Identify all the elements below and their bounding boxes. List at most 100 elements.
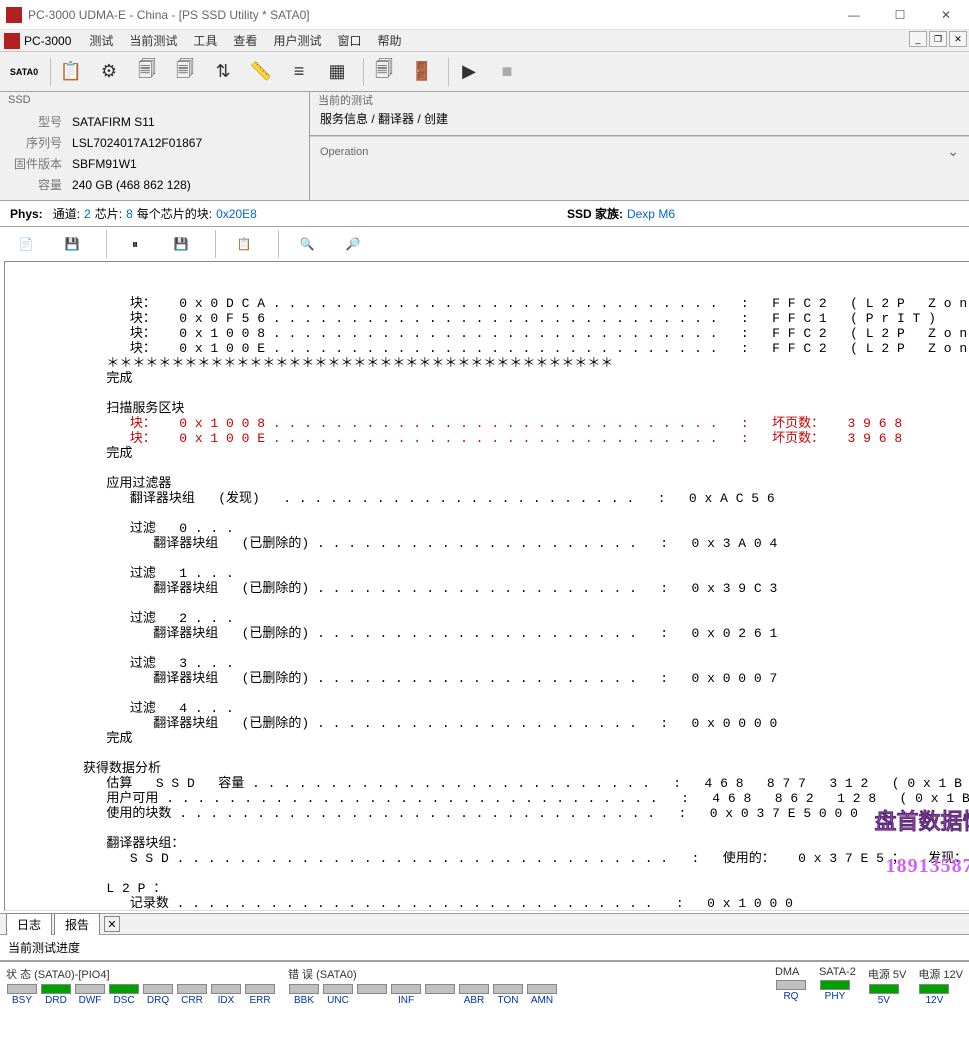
menu-item[interactable]: 窗口 (329, 32, 369, 50)
chips-value[interactable]: 8 (126, 207, 133, 221)
main-area: 📄 💾 ⏸ 💾 📋 🔍 🔎 块： 0 x 0 D C A . . . . . .… (0, 227, 969, 913)
log-line: 块： 0 x 1 0 0 8 . . . . . . . . . . . . .… (5, 326, 969, 341)
main-toolbar: SATA0 📋 ⚙ 🗐 🗐 ⇅ 📏 ≡ ▦ 🗐 🚪 ▶ ■ (0, 52, 969, 92)
minimize-button[interactable]: — (831, 0, 877, 30)
log-line: 块： 0 x 0 D C A . . . . . . . . . . . . .… (5, 296, 969, 311)
window-title: PC-3000 UDMA-E - China - [PS SSD Utility… (28, 8, 831, 22)
led-bsy: BSY (6, 984, 38, 1006)
status-group-dma: DMA RQ (775, 966, 807, 1006)
status-group-12v: 电源 12V 12V (918, 966, 963, 1006)
menu-item[interactable]: 测试 (81, 32, 121, 50)
menu-item[interactable]: 查看 (225, 32, 265, 50)
log-line: 完成 (5, 446, 969, 461)
log-line: 翻译器块组 (已删除的) . . . . . . . . . . . . . .… (5, 671, 969, 686)
log-line: 记录数 . . . . . . . . . . . . . . . . . . … (5, 896, 969, 911)
led-rq: RQ (775, 980, 807, 1002)
log-line: 过滤 3 . . . (5, 656, 969, 671)
log-findnext-icon[interactable]: 🔎 (337, 228, 369, 260)
log-line: 过滤 0 . . . (5, 521, 969, 536)
channels-value[interactable]: 2 (84, 207, 91, 221)
log-line: 翻译器块组 (已删除的) . . . . . . . . . . . . . .… (5, 581, 969, 596)
log-pane[interactable]: 块： 0 x 0 D C A . . . . . . . . . . . . .… (4, 261, 969, 911)
log-copy-icon[interactable]: 📋 (228, 228, 260, 260)
log-line: L 2 P ： (5, 881, 969, 896)
log-line: 估算 S S D 容量 . . . . . . . . . . . . . . … (5, 776, 969, 791)
log-line: 翻译器块组 (已删除的) . . . . . . . . . . . . . .… (5, 536, 969, 551)
tool-ruler-icon[interactable]: 📏 (245, 56, 277, 88)
led-inf: INF (390, 984, 422, 1006)
log-find-icon[interactable]: 🔍 (291, 228, 323, 260)
log-line: 完成 (5, 371, 969, 386)
serial-value: LSL7024017A12F01867 (68, 133, 206, 152)
status-group-state: 状 态 (SATA0)-[PIO4] BSYDRDDWFDSCDRQCRRIDX… (6, 966, 276, 1006)
status-group-5v: 电源 5V 5V (868, 966, 907, 1006)
log-line (5, 506, 969, 521)
led-ton: TON (492, 984, 524, 1006)
log-save-icon[interactable]: 💾 (56, 228, 88, 260)
app-icon (6, 7, 22, 23)
tab-close-button[interactable]: ✕ (104, 916, 120, 932)
mdi-minimize[interactable]: _ (909, 31, 927, 47)
status-bar: 状 态 (SATA0)-[PIO4] BSYDRDDWFDSCDRQCRRIDX… (0, 961, 969, 1010)
ssd-family-value[interactable]: Dexp M6 (627, 207, 675, 221)
operation-panel: Operation ⌄ (310, 136, 969, 166)
ssd-legend: SSD (8, 94, 31, 106)
maximize-button[interactable]: ☐ (877, 0, 923, 30)
serial-label: 序列号 (10, 133, 66, 152)
tool-gear-icon[interactable]: ⚙ (93, 56, 125, 88)
menubar-title: PC-3000 (24, 34, 71, 48)
port-sata0-button[interactable]: SATA0 (8, 56, 40, 88)
tab-report[interactable]: 报告 (54, 913, 100, 935)
mdi-restore[interactable]: ❐ (929, 31, 947, 47)
tool-exit-icon[interactable]: 🚪 (406, 56, 438, 88)
fw-value: SBFM91W1 (68, 154, 206, 173)
menu-item[interactable]: 帮助 (369, 32, 409, 50)
log-line: S S D . . . . . . . . . . . . . . . . . … (5, 851, 969, 866)
model-value: SATAFIRM S11 (68, 112, 206, 131)
tab-log[interactable]: 日志 (6, 913, 52, 935)
led-blank (356, 984, 388, 1006)
log-savecfg-icon[interactable]: 💾 (165, 228, 197, 260)
ssd-panel: SSD 型号SATAFIRM S11 序列号LSL7024017A12F0186… (0, 92, 310, 200)
menubar: PC-3000 测试当前测试工具查看用户测试窗口帮助 _ ❐ ✕ (0, 30, 969, 52)
tool-grid-icon[interactable]: ▦ (321, 56, 353, 88)
log-new-icon[interactable]: 📄 (10, 228, 42, 260)
stop-button[interactable]: ■ (491, 56, 523, 88)
tool-pages-icon[interactable]: 🗐 (131, 56, 163, 88)
tool-transfer-icon[interactable]: ⇅ (207, 56, 239, 88)
led-idx: IDX (210, 984, 242, 1006)
log-line: ＊＊＊＊＊＊＊＊＊＊＊＊＊＊＊＊＊＊＊＊＊＊＊＊＊＊＊＊＊＊＊＊＊＊＊＊＊＊＊ (5, 356, 969, 371)
capacity-value: 240 GB (468 862 128) (68, 175, 206, 194)
tool-stack-icon[interactable]: 🗐 (368, 56, 400, 88)
log-pause-icon[interactable]: ⏸ (119, 228, 151, 260)
log-line: 翻译器块组 (已删除的) . . . . . . . . . . . . . .… (5, 626, 969, 641)
capacity-label: 容量 (10, 175, 66, 194)
status-group-error: 错 误 (SATA0) BBKUNCINFABRTONAMN (288, 966, 558, 1006)
led-12v: 12V (918, 984, 950, 1006)
close-button[interactable]: ✕ (923, 0, 969, 30)
tool-copies-icon[interactable]: 🗐 (169, 56, 201, 88)
current-test-legend: 当前的测试 (318, 92, 373, 108)
menu-item[interactable]: 工具 (185, 32, 225, 50)
operation-label: Operation (320, 146, 368, 158)
log-line: 应用过滤器 (5, 476, 969, 491)
chevron-down-icon[interactable]: ⌄ (947, 143, 959, 160)
menu-item[interactable]: 用户测试 (265, 32, 329, 50)
tool-lines-icon[interactable]: ≡ (283, 56, 315, 88)
log-line: 翻译器块组 (已删除的) . . . . . . . . . . . . . .… (5, 716, 969, 731)
log-line: 过滤 2 . . . (5, 611, 969, 626)
log-line: 翻译器块组 (发现) . . . . . . . . . . . . . . .… (5, 491, 969, 506)
blocks-per-chip-value[interactable]: 0x20E8 (216, 207, 257, 221)
info-row: SSD 型号SATAFIRM S11 序列号LSL7024017A12F0186… (0, 92, 969, 201)
tabs: 日志 报告 ✕ (0, 913, 969, 935)
phys-label: Phys: (10, 207, 43, 221)
tool-info-icon[interactable]: 📋 (55, 56, 87, 88)
led-5v: 5V (868, 984, 900, 1006)
current-test-panel: 当前的测试 服务信息 / 翻译器 / 创建 (310, 92, 969, 136)
menu-item[interactable]: 当前测试 (121, 32, 185, 50)
log-line (5, 386, 969, 401)
play-button[interactable]: ▶ (453, 56, 485, 88)
mdi-close[interactable]: ✕ (949, 31, 967, 47)
log-line: 完成 (5, 731, 969, 746)
log-line: 扫描服务区块 (5, 401, 969, 416)
